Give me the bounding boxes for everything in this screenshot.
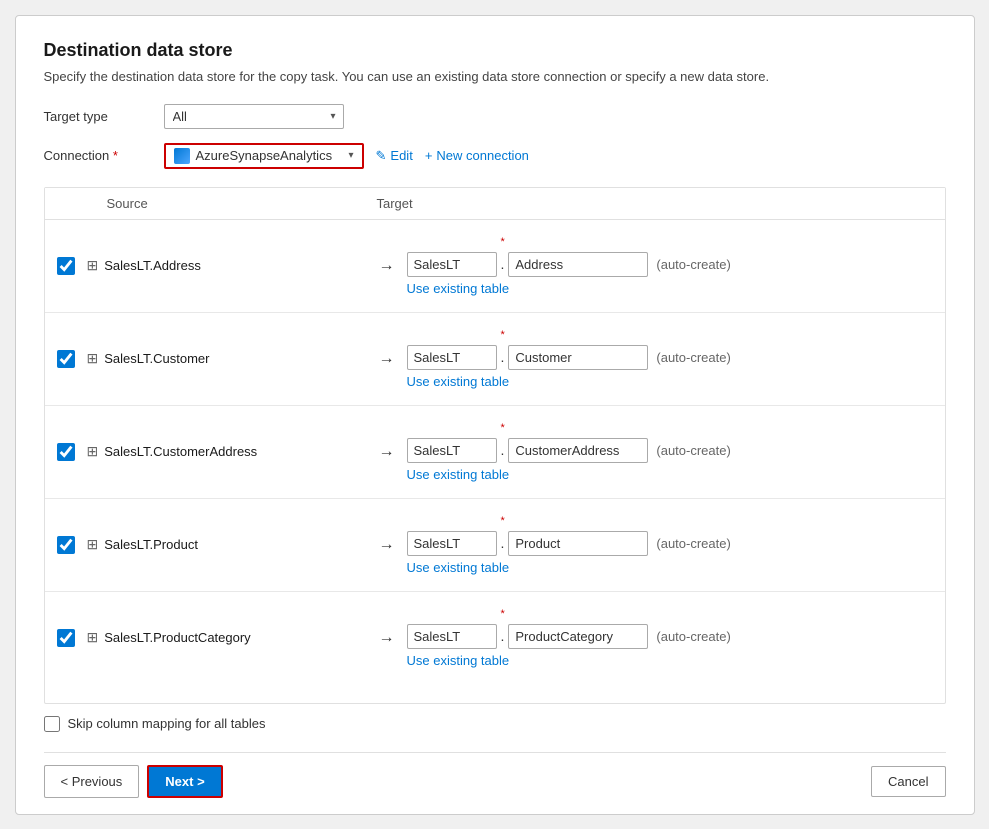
table-input-product[interactable] — [508, 531, 648, 556]
cancel-button[interactable]: Cancel — [871, 766, 945, 797]
table-input-customer[interactable] — [508, 345, 648, 370]
table-row: ⊞ SalesLT.Product → * . (auto-create) Us… — [45, 499, 945, 592]
row-checkbox-productcategory[interactable] — [57, 629, 75, 647]
target-address: * . (auto-create) Use existing table — [407, 236, 933, 296]
row-checkbox-customer[interactable] — [57, 350, 75, 368]
table-header: Source Target — [45, 188, 945, 220]
connection-chevron-icon: ▾ — [348, 150, 353, 161]
edit-label: Edit — [390, 148, 412, 163]
previous-label: < Previous — [61, 774, 123, 789]
skip-mapping-row: Skip column mapping for all tables — [44, 716, 946, 732]
destination-data-store-dialog: Destination data store Specify the desti… — [15, 15, 975, 815]
target-customer: * . (auto-create) Use existing table — [407, 329, 933, 389]
table-row: ⊞ SalesLT.ProductCategory → * . (auto-cr… — [45, 592, 945, 684]
arrow-icon: → — [367, 629, 407, 647]
new-connection-button[interactable]: + New connection — [425, 148, 529, 163]
row-checkbox-address[interactable] — [57, 257, 75, 275]
table-icon: ⊞ — [87, 350, 99, 367]
auto-create-productcategory: (auto-create) — [656, 629, 730, 644]
next-label: Next > — [165, 774, 204, 789]
dialog-footer: < Previous Next > Cancel — [44, 752, 946, 798]
footer-left: < Previous Next > — [44, 765, 223, 798]
plus-icon: + — [425, 148, 433, 163]
target-inputs-address: . (auto-create) — [407, 252, 933, 277]
target-productcategory: * . (auto-create) Use existing table — [407, 608, 933, 668]
cancel-label: Cancel — [888, 774, 928, 789]
target-inputs-product: . (auto-create) — [407, 531, 933, 556]
target-type-label: Target type — [44, 109, 164, 124]
source-product: ⊞ SalesLT.Product — [87, 536, 367, 553]
schema-input-customer[interactable] — [407, 345, 497, 370]
dialog-subtitle: Specify the destination data store for t… — [44, 69, 946, 84]
row-checkbox-product[interactable] — [57, 536, 75, 554]
source-customer: ⊞ SalesLT.Customer — [87, 350, 367, 367]
arrow-icon: → — [367, 536, 407, 554]
target-type-select[interactable]: All — [164, 104, 344, 129]
table-icon: ⊞ — [87, 536, 99, 553]
connection-row: Connection * AzureSynapseAnalytics ▾ ✎ E… — [44, 143, 946, 169]
connection-value: AzureSynapseAnalytics — [196, 148, 341, 163]
source-productcategory: ⊞ SalesLT.ProductCategory — [87, 629, 367, 646]
arrow-icon: → — [367, 350, 407, 368]
source-address: ⊞ SalesLT.Address — [87, 257, 367, 274]
previous-button[interactable]: < Previous — [44, 765, 140, 798]
target-customeraddress: * . (auto-create) Use existing table — [407, 422, 933, 482]
auto-create-address: (auto-create) — [656, 257, 730, 272]
synapse-icon — [174, 148, 190, 164]
connection-label: Connection * — [44, 148, 164, 163]
auto-create-customeraddress: (auto-create) — [656, 443, 730, 458]
table-row: ⊞ SalesLT.Address → * . (auto-create) Us… — [45, 220, 945, 313]
target-type-row: Target type All ▾ — [44, 104, 946, 129]
table-icon: ⊞ — [87, 443, 99, 460]
source-header: Source — [57, 196, 377, 211]
target-inputs-productcategory: . (auto-create) — [407, 624, 933, 649]
edit-button[interactable]: ✎ Edit — [376, 148, 413, 164]
use-existing-customeraddress[interactable]: Use existing table — [407, 467, 933, 482]
arrow-icon: → — [367, 257, 407, 275]
schema-input-product[interactable] — [407, 531, 497, 556]
new-connection-label: New connection — [436, 148, 529, 163]
table-row: ⊞ SalesLT.Customer → * . (auto-create) U… — [45, 313, 945, 406]
auto-create-customer: (auto-create) — [656, 350, 730, 365]
connection-dropdown[interactable]: AzureSynapseAnalytics ▾ — [164, 143, 364, 169]
target-inputs-customer: . (auto-create) — [407, 345, 933, 370]
table-icon: ⊞ — [87, 629, 99, 646]
table-row: ⊞ SalesLT.CustomerAddress → * . (auto-cr… — [45, 406, 945, 499]
use-existing-productcategory[interactable]: Use existing table — [407, 653, 933, 668]
table-icon: ⊞ — [87, 257, 99, 274]
use-existing-product[interactable]: Use existing table — [407, 560, 933, 575]
mapping-table: Source Target ⊞ SalesLT.Address → * . (a… — [44, 187, 946, 704]
arrow-icon: → — [367, 443, 407, 461]
target-type-select-wrapper: All ▾ — [164, 104, 344, 129]
table-input-productcategory[interactable] — [508, 624, 648, 649]
table-input-address[interactable] — [508, 252, 648, 277]
source-customeraddress: ⊞ SalesLT.CustomerAddress — [87, 443, 367, 460]
table-input-customeraddress[interactable] — [508, 438, 648, 463]
schema-input-customeraddress[interactable] — [407, 438, 497, 463]
next-button[interactable]: Next > — [147, 765, 222, 798]
schema-input-address[interactable] — [407, 252, 497, 277]
auto-create-product: (auto-create) — [656, 536, 730, 551]
target-product: * . (auto-create) Use existing table — [407, 515, 933, 575]
edit-icon: ✎ — [376, 148, 387, 164]
row-checkbox-customeraddress[interactable] — [57, 443, 75, 461]
use-existing-address[interactable]: Use existing table — [407, 281, 933, 296]
target-inputs-customeraddress: . (auto-create) — [407, 438, 933, 463]
schema-input-productcategory[interactable] — [407, 624, 497, 649]
target-header: Target — [377, 196, 933, 211]
dialog-title: Destination data store — [44, 40, 946, 61]
use-existing-customer[interactable]: Use existing table — [407, 374, 933, 389]
skip-label: Skip column mapping for all tables — [68, 716, 266, 731]
skip-checkbox[interactable] — [44, 716, 60, 732]
